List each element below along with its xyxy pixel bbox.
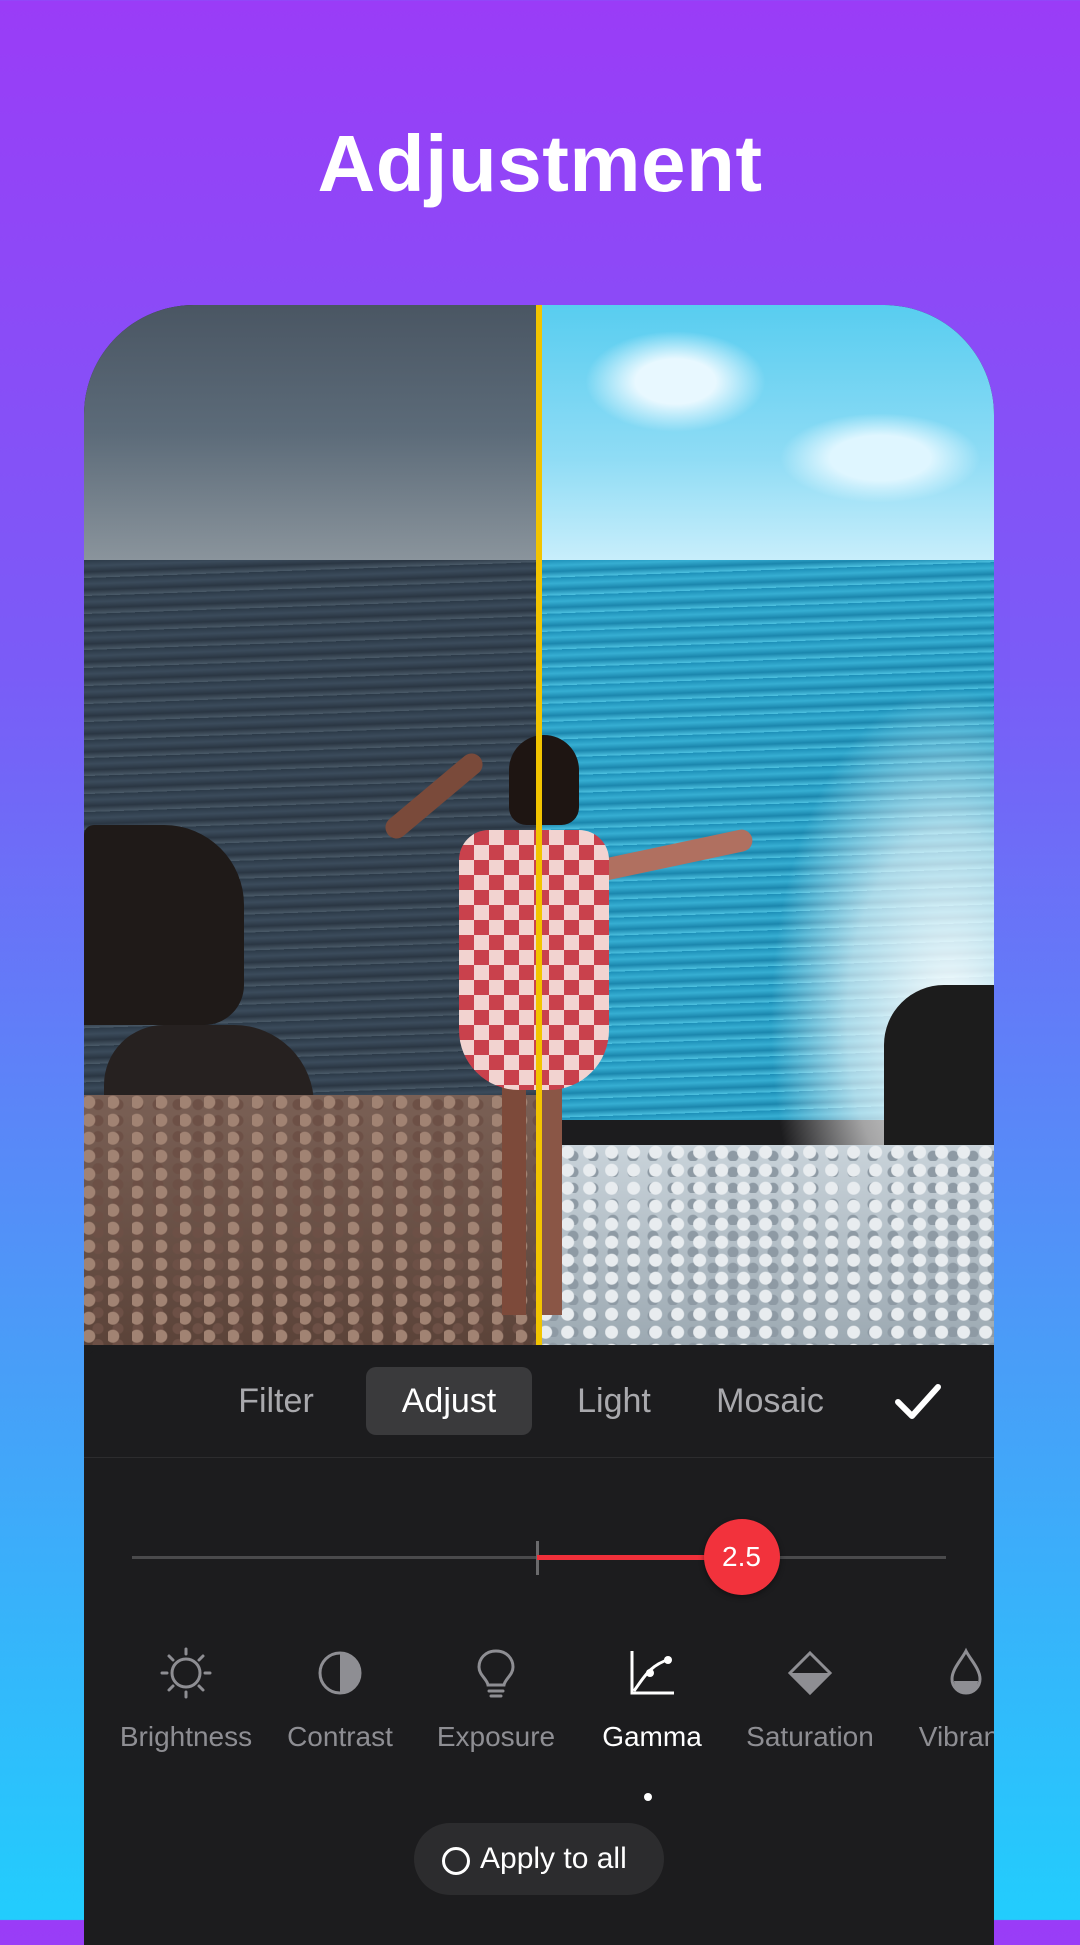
tool-gamma[interactable]: Gamma: [572, 1645, 732, 1753]
page-headline: Adjustment: [317, 119, 763, 208]
tool-saturation[interactable]: Saturation: [730, 1645, 890, 1753]
tool-label: Vibranc: [918, 1721, 994, 1752]
confirm-check-icon[interactable]: [888, 1371, 948, 1431]
tool-label: Contrast: [287, 1721, 393, 1752]
after-image: [539, 305, 994, 1345]
tool-label: Brightness: [119, 1721, 253, 1752]
slider-knob[interactable]: 2.5: [703, 1519, 780, 1595]
sun-icon: [160, 1647, 212, 1699]
tool-label: Gamma: [602, 1721, 702, 1752]
radio-circle-icon: [442, 1847, 470, 1875]
tool-label: Exposure: [436, 1721, 556, 1752]
curve-icon: [630, 1651, 674, 1695]
phone-frame: Filter Adjust Light Mosaic 2.5 Brightnes…: [84, 305, 994, 1945]
droplet-icon: [950, 1647, 982, 1695]
compare-divider-handle[interactable]: [536, 305, 542, 1345]
tab-adjust[interactable]: Adjust: [366, 1367, 532, 1435]
editor-tabs: Filter Adjust Light Mosaic: [84, 1345, 994, 1458]
editor-panel: Filter Adjust Light Mosaic 2.5 Brightnes…: [84, 1345, 994, 1945]
before-image: [84, 305, 539, 1345]
active-tool-indicator: [644, 1793, 652, 1801]
tool-label: Saturation: [746, 1721, 874, 1752]
adjust-tools: Brightness Contrast Exposure Gamma Satur…: [84, 1645, 994, 1801]
tab-mosaic[interactable]: Mosaic: [690, 1367, 850, 1435]
contrast-icon: [318, 1651, 362, 1695]
tool-contrast[interactable]: Contrast: [260, 1645, 420, 1753]
person-dress: [459, 830, 609, 1090]
apply-to-all-button[interactable]: Apply to all: [414, 1823, 664, 1895]
photo-preview[interactable]: [84, 305, 994, 1345]
adjust-slider[interactable]: 2.5: [132, 1519, 946, 1595]
tool-vibrance[interactable]: Vibranc: [886, 1645, 994, 1753]
drop-fill-icon: [787, 1650, 833, 1696]
tab-filter[interactable]: Filter: [216, 1367, 336, 1435]
person-hair: [509, 735, 579, 825]
person-legs: [502, 1085, 562, 1315]
tool-brightness[interactable]: Brightness: [106, 1645, 266, 1753]
apply-to-all-label: Apply to all: [480, 1842, 627, 1875]
tab-light[interactable]: Light: [554, 1367, 674, 1435]
lightbulb-icon: [477, 1649, 515, 1698]
tool-exposure[interactable]: Exposure: [416, 1645, 576, 1753]
